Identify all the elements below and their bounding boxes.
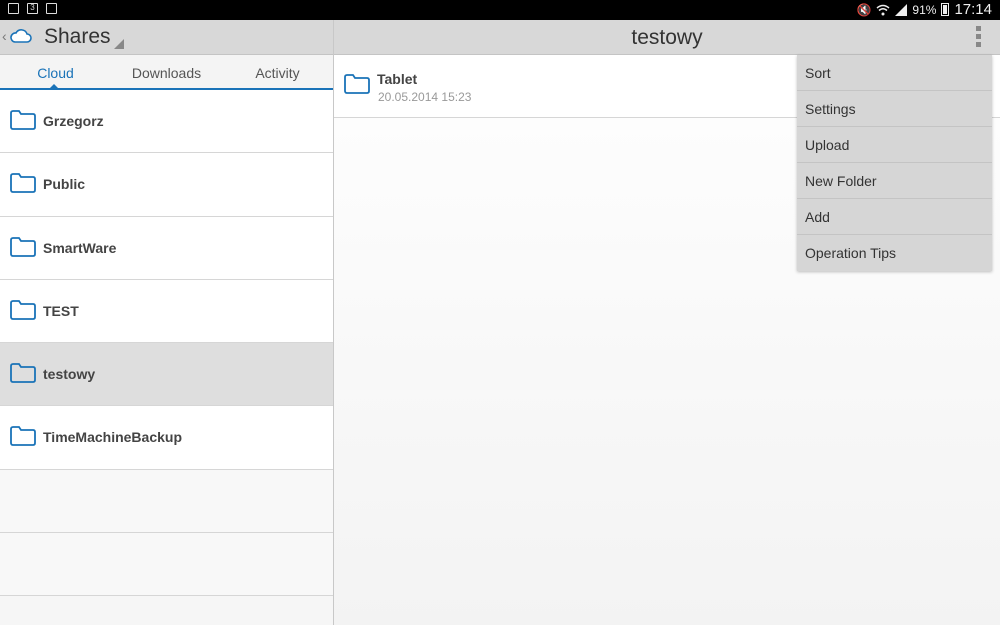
menu-item-settings[interactable]: Settings — [797, 91, 992, 127]
menu-item-add[interactable]: Add — [797, 199, 992, 235]
folder-header: testowy — [334, 20, 1000, 55]
calendar-icon: 3 — [27, 3, 38, 14]
file-name: Tablet — [377, 71, 418, 87]
share-item[interactable]: TimeMachineBackup — [0, 406, 333, 470]
folder-title: testowy — [631, 26, 703, 49]
folder-icon — [10, 426, 36, 447]
signal-icon — [895, 3, 908, 16]
empty-row — [0, 469, 333, 534]
status-bar: 3 🔇 91% 17:14 — [0, 0, 1000, 20]
folder-icon — [10, 236, 36, 257]
overflow-menu: Sort Settings Upload New Folder Add Oper… — [797, 55, 992, 271]
image-notification-icon — [8, 3, 19, 14]
shares-panel: ‹ Shares Cloud Downloads Activity Grzego… — [0, 20, 333, 625]
overflow-menu-icon[interactable] — [976, 26, 982, 48]
share-name: SmartWare — [43, 239, 117, 256]
wifi-icon — [876, 4, 890, 15]
clock: 17:14 — [954, 1, 992, 18]
tab-downloads[interactable]: Downloads — [111, 55, 222, 88]
tab-bar: Cloud Downloads Activity — [0, 55, 333, 90]
active-tab-indicator — [49, 84, 59, 89]
share-name: TimeMachineBackup — [43, 429, 183, 446]
share-item-selected[interactable]: testowy — [0, 343, 333, 407]
share-name: TEST — [43, 302, 79, 319]
back-chevron-icon[interactable]: ‹ — [2, 28, 7, 44]
share-name: Public — [43, 176, 86, 193]
share-item[interactable]: Public — [0, 153, 333, 217]
shares-header[interactable]: ‹ Shares — [0, 20, 333, 55]
folder-icon — [10, 363, 36, 384]
share-item[interactable]: SmartWare — [0, 216, 333, 280]
share-name: testowy — [43, 366, 96, 383]
folder-icon — [10, 110, 36, 130]
share-name: Grzegorz — [43, 113, 104, 129]
menu-item-upload[interactable]: Upload — [797, 127, 992, 163]
clipboard-icon — [46, 3, 57, 14]
share-item[interactable]: TEST — [0, 279, 333, 344]
shares-title: Shares — [44, 25, 111, 48]
mute-icon: 🔇 — [856, 2, 872, 17]
menu-item-new-folder[interactable]: New Folder — [797, 163, 992, 199]
dropdown-triangle-icon[interactable] — [114, 39, 124, 49]
battery-percent: 91% — [912, 2, 937, 17]
menu-item-sort[interactable]: Sort — [797, 55, 992, 91]
file-date: 20.05.2014 15:23 — [378, 90, 472, 104]
menu-item-operation-tips[interactable]: Operation Tips — [797, 235, 992, 271]
folder-icon — [344, 74, 370, 94]
folder-icon — [10, 299, 36, 320]
battery-icon — [941, 3, 950, 16]
folder-icon — [10, 173, 36, 194]
empty-row — [0, 533, 333, 597]
tab-activity[interactable]: Activity — [222, 55, 333, 88]
share-item[interactable]: Grzegorz — [0, 90, 333, 154]
share-list: Grzegorz Public SmartWare TEST testowy T… — [0, 90, 333, 597]
cloud-icon — [10, 29, 32, 43]
